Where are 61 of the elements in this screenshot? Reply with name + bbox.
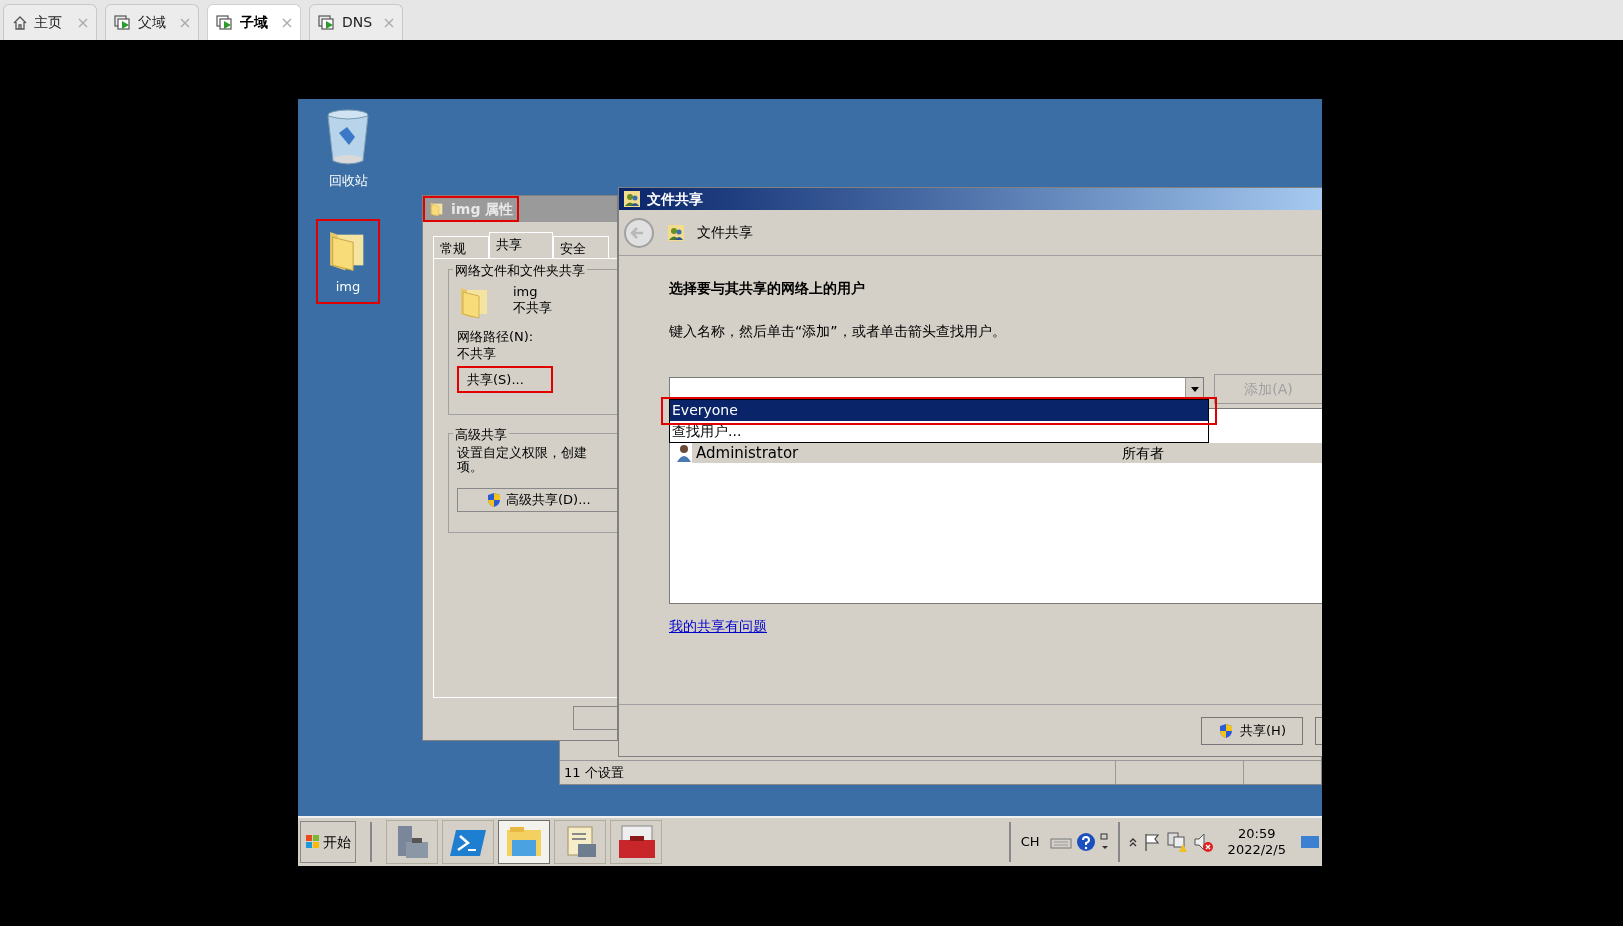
user-name: Administrator — [696, 442, 800, 464]
speaker-muted-icon[interactable] — [1191, 831, 1214, 853]
dropdown-option[interactable]: Everyone — [670, 400, 1208, 421]
dialog-button[interactable] — [1315, 716, 1322, 745]
path-value: 不共享 — [457, 345, 497, 362]
status-text: 11 个设置 — [560, 761, 1116, 784]
virtual-machine-icon — [318, 14, 336, 31]
help-link[interactable]: 我的共享有问题 — [669, 616, 767, 637]
host-tab[interactable]: DNS — [309, 4, 403, 40]
close-icon[interactable] — [282, 17, 292, 28]
restore-icon[interactable] — [1099, 832, 1110, 852]
virtual-machine-icon — [216, 14, 234, 31]
shield-icon — [1218, 722, 1235, 739]
recycle-bin-icon — [325, 109, 371, 167]
language-indicator[interactable]: CH — [1014, 832, 1046, 852]
toolbox-app-icon — [616, 824, 656, 860]
desktop-icon-label: 回收站 — [328, 172, 368, 190]
taskbar-app-button[interactable] — [610, 820, 662, 864]
user-icon — [676, 444, 692, 462]
dialog-title-text: img 属性 — [451, 199, 514, 219]
host-tab[interactable]: 子域 — [207, 4, 301, 40]
window-title: 文件共享 — [647, 189, 703, 209]
dropdown-arrow-icon[interactable] — [1190, 386, 1199, 392]
share-confirm-button[interactable]: 共享(H) — [1201, 716, 1303, 745]
show-desktop-icon[interactable] — [1300, 834, 1320, 850]
advanced-sharing-button[interactable]: 高级共享(D)... — [457, 488, 617, 512]
start-button[interactable]: 开始 — [300, 821, 356, 863]
clock-date: 2022/2/5 — [1227, 842, 1286, 858]
user-row[interactable]: Administrator 所有者 — [692, 443, 1322, 463]
share-button[interactable]: 共享(S)... — [457, 366, 553, 393]
description-line: 设置自定义权限，创建 — [457, 446, 588, 460]
path-label: 网络路径(N): — [457, 328, 535, 345]
dialog-tab[interactable]: 共享 — [489, 232, 553, 258]
desktop-icon-label: img — [335, 277, 361, 296]
host-tab[interactable]: 主页 — [3, 4, 97, 40]
chevron-up-icon[interactable] — [1127, 837, 1138, 847]
host-tab[interactable]: 父域 — [105, 4, 199, 40]
folder-name: img — [513, 284, 539, 300]
shield-icon — [486, 492, 502, 508]
instruction: 键入名称，然后单击“添加”，或者单击箭头查找用户。 — [669, 322, 1007, 341]
taskbar-app-button[interactable] — [498, 820, 550, 864]
clock-time: 20:59 — [1238, 826, 1276, 842]
desktop-icon[interactable]: img — [316, 218, 380, 304]
taskbar-app-button[interactable] — [386, 820, 438, 864]
description-line: 项。 — [457, 460, 484, 474]
permission-level: 所有者 — [1122, 443, 1164, 463]
header-title: 文件共享 — [697, 223, 753, 242]
windows-logo-icon — [305, 834, 321, 850]
dialog-tab[interactable]: 安全 — [553, 236, 609, 258]
taskbar-app-button[interactable] — [554, 820, 606, 864]
sharing-icon — [623, 190, 641, 208]
home-icon — [12, 14, 28, 31]
sharing-icon — [667, 223, 685, 242]
network-warning-icon[interactable] — [1165, 831, 1188, 853]
desktop-icon[interactable]: 回收站 — [316, 101, 380, 199]
help-icon[interactable] — [1075, 832, 1096, 852]
share-status: 不共享 — [513, 300, 552, 316]
folder-icon — [429, 201, 445, 217]
taskbar-app-button[interactable] — [442, 820, 494, 864]
virtual-machine-icon — [114, 14, 132, 31]
heading: 选择要与其共享的网络上的用户 — [669, 279, 866, 298]
